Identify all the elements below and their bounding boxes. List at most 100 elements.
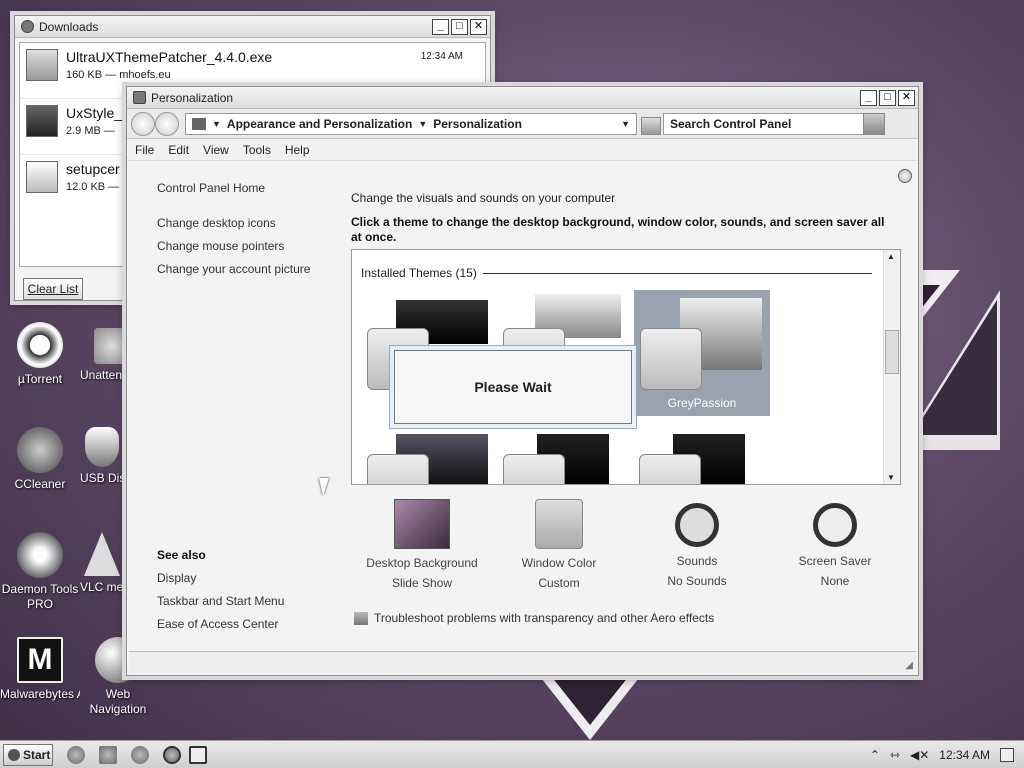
theme-color-swatch[interactable]	[639, 454, 701, 484]
close-button[interactable]: ✕	[898, 89, 915, 106]
desktop-icon-label: Daemon Tools PRO	[1, 582, 79, 611]
scroll-thumb[interactable]	[885, 330, 899, 374]
quicklaunch-search-icon[interactable]	[131, 745, 149, 764]
personalization-titlebar[interactable]: Personalization _ □ ✕	[127, 87, 918, 109]
show-desktop-icon[interactable]	[1000, 747, 1014, 762]
desktop-icon-label: CCleaner	[14, 477, 66, 491]
exe-file-icon	[26, 49, 58, 81]
desktop-icon-ccleaner[interactable]: CCleaner	[0, 427, 80, 492]
search-icon[interactable]	[863, 112, 885, 135]
window-color-title: Window Color	[521, 556, 597, 570]
maximize-button[interactable]: □	[451, 18, 468, 35]
back-button[interactable]	[131, 111, 155, 136]
troubleshoot-link[interactable]: Troubleshoot problems with transparency …	[354, 611, 714, 625]
sounds-title: Sounds	[676, 554, 718, 568]
minimize-button[interactable]: _	[432, 18, 449, 35]
setup-file-icon	[26, 161, 58, 193]
close-button[interactable]: ✕	[470, 18, 487, 35]
menu-view[interactable]: View	[203, 143, 229, 157]
link-change-mouse-pointers[interactable]: Change mouse pointers	[157, 239, 284, 253]
breadcrumb[interactable]: ▼ Appearance and Personalization ▼ Perso…	[185, 112, 637, 135]
search-placeholder: Search Control Panel	[670, 116, 792, 131]
theme-color-swatch[interactable]	[503, 454, 565, 484]
address-dropdown-icon[interactable]: ▼	[621, 119, 630, 129]
scroll-down-arrow[interactable]: ▼	[887, 473, 895, 482]
download-name: UltraUXThemePatcher_4.4.0.exe	[66, 49, 273, 65]
volume-muted-icon[interactable]: ◀✕	[910, 748, 929, 762]
desktop-icon-vlc[interactable]: VLC media player	[80, 532, 124, 595]
refresh-button[interactable]	[641, 117, 661, 135]
package-file-icon	[26, 105, 58, 137]
link-change-desktop-icons[interactable]: Change desktop icons	[157, 216, 276, 230]
sounds-value: No Sounds	[667, 574, 727, 588]
link-change-account-picture[interactable]: Change your account picture	[157, 262, 310, 276]
download-meta: 12.0 KB —	[66, 181, 120, 193]
desktop-background-icon	[394, 499, 450, 549]
desktop-icon-utorrent[interactable]: µTorrent	[0, 322, 80, 387]
sounds-disabled-icon	[675, 503, 719, 547]
chevron-down-icon[interactable]: ▼	[418, 119, 427, 129]
quicklaunch-browser-icon[interactable]	[67, 745, 85, 764]
sounds-item[interactable]: Sounds No Sounds	[627, 499, 767, 591]
start-icon	[8, 748, 20, 761]
taskbar-control-panel-icon[interactable]	[189, 745, 207, 764]
malwarebytes-icon: M	[17, 637, 63, 683]
download-meta: 2.9 MB —	[66, 125, 115, 137]
taskbar-downloads-icon[interactable]	[163, 745, 181, 764]
menu-tools[interactable]: Tools	[243, 143, 271, 157]
star-icon	[94, 328, 130, 364]
page-subheading: Click a theme to change the desktop back…	[351, 215, 885, 244]
menu-file[interactable]: File	[135, 143, 154, 157]
desktop-icon-label: VLC media player	[80, 580, 124, 594]
resize-grip-icon[interactable]: ◢	[905, 660, 913, 671]
personalization-window[interactable]: Personalization _ □ ✕ ▼ Appearance and P…	[126, 86, 919, 676]
please-wait-dialog: Please Wait	[389, 345, 637, 429]
desktop-icon-label: Malwarebytes Anti-Malware	[0, 687, 80, 701]
desktop-background-item[interactable]: Desktop Background Slide Show	[352, 499, 492, 593]
window-color-value: Custom	[538, 576, 580, 590]
desktop-background-title: Desktop Background	[366, 556, 478, 570]
start-button[interactable]: Start	[3, 743, 53, 766]
theme-selected-greypassion[interactable]: GreyPassion	[634, 290, 770, 416]
clear-list-button[interactable]: Clear List	[23, 278, 83, 300]
menu-bar: File Edit View Tools Help	[127, 139, 918, 161]
group-divider	[480, 273, 872, 274]
utorrent-icon	[17, 322, 63, 368]
search-input[interactable]: Search Control Panel	[663, 112, 885, 135]
breadcrumb-personalization[interactable]: Personalization	[433, 117, 522, 131]
maximize-button[interactable]: □	[879, 89, 896, 106]
menu-edit[interactable]: Edit	[168, 143, 189, 157]
status-bar: ◢	[129, 651, 916, 673]
desktop-icon-daemon-tools[interactable]: Daemon Tools PRO	[0, 532, 80, 612]
downloads-titlebar[interactable]: Downloads _ □ ✕	[15, 16, 490, 38]
clock[interactable]: 12:34 AM	[939, 748, 990, 762]
system-tray: ⌃ ⇿ ◀✕ 12:34 AM	[870, 747, 1024, 762]
screen-saver-item[interactable]: Screen Saver None	[765, 499, 905, 591]
screen-saver-title: Screen Saver	[798, 554, 872, 568]
chevron-down-icon[interactable]: ▼	[212, 119, 221, 129]
breadcrumb-appearance[interactable]: Appearance and Personalization	[227, 117, 412, 131]
quicklaunch-folder-icon[interactable]	[99, 745, 117, 764]
desktop-icon-usb-security[interactable]: USB Disk Security	[80, 427, 124, 486]
tray-expand-icon[interactable]: ⌃	[870, 748, 880, 762]
scroll-up-arrow[interactable]: ▲	[887, 252, 895, 261]
network-icon[interactable]: ⇿	[890, 748, 900, 762]
link-control-panel-home[interactable]: Control Panel Home	[157, 181, 265, 195]
themes-scrollbar[interactable]: ▲ ▼	[883, 250, 900, 484]
theme-color-swatch[interactable]	[367, 454, 429, 484]
theme-label: GreyPassion	[667, 396, 737, 410]
screen-saver-value: None	[820, 574, 850, 588]
forward-button[interactable]	[155, 111, 179, 136]
minimize-button[interactable]: _	[860, 89, 877, 106]
help-icon[interactable]	[898, 169, 912, 183]
link-taskbar-start-menu[interactable]: Taskbar and Start Menu	[157, 594, 284, 608]
desktop-icon-malwarebytes[interactable]: M Malwarebytes Anti-Malware	[0, 637, 80, 702]
screen-saver-disabled-icon	[813, 503, 857, 547]
link-ease-of-access[interactable]: Ease of Access Center	[157, 617, 278, 631]
window-color-item[interactable]: Window Color Custom	[489, 499, 629, 593]
vlc-cone-icon	[84, 532, 120, 576]
window-color-icon	[535, 499, 583, 549]
address-bar: ▼ Appearance and Personalization ▼ Perso…	[127, 109, 918, 139]
link-display[interactable]: Display	[157, 571, 196, 585]
menu-help[interactable]: Help	[285, 143, 310, 157]
